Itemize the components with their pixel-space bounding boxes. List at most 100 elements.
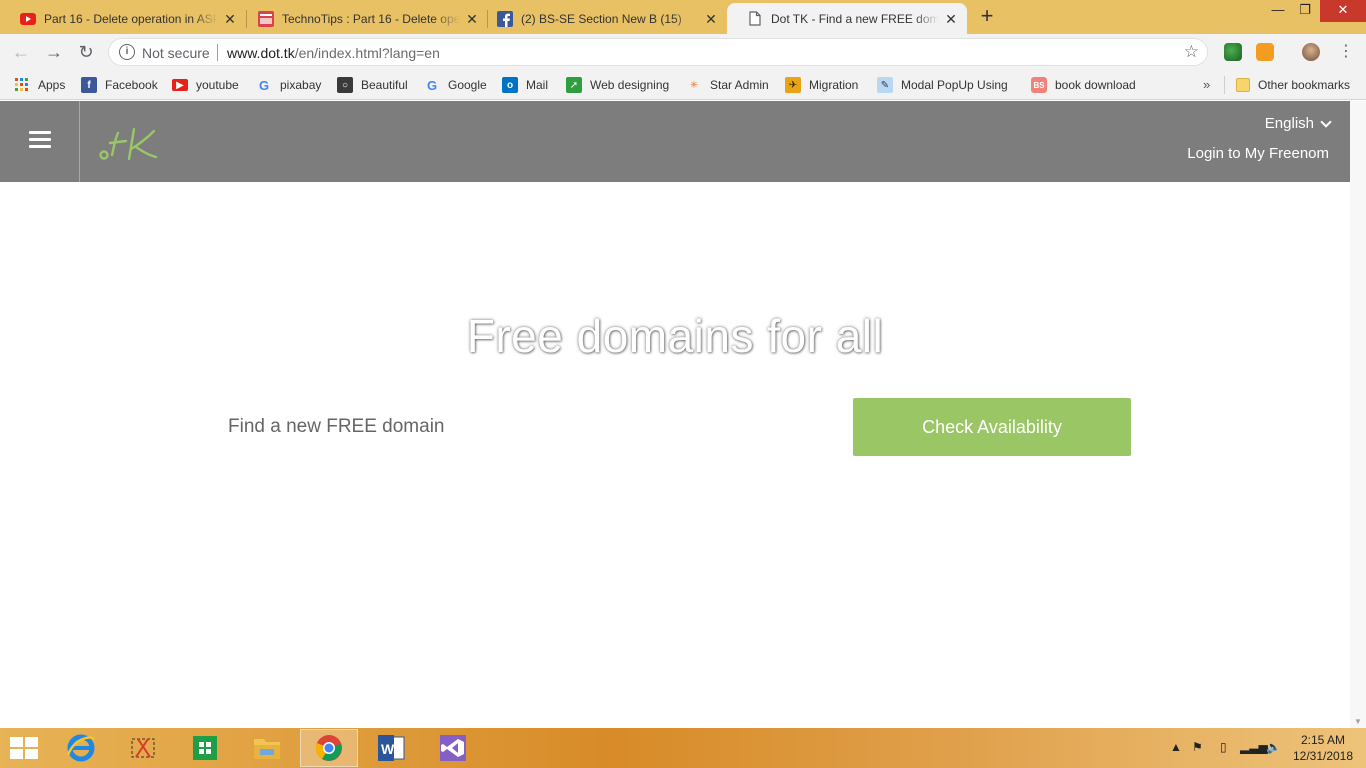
- facebook-icon: [497, 10, 513, 27]
- store-icon[interactable]: [176, 729, 234, 767]
- bs-icon: BS: [1031, 77, 1047, 93]
- bookmark-youtube[interactable]: ▶ youtube: [172, 76, 239, 94]
- profile-avatar[interactable]: [1302, 43, 1320, 61]
- facebook-icon: f: [81, 77, 97, 93]
- snipping-tool-icon[interactable]: [114, 729, 172, 767]
- bookmark-label: Apps: [38, 78, 66, 92]
- volume-icon[interactable]: 🔈: [1266, 740, 1281, 754]
- chrome-icon[interactable]: [300, 729, 358, 767]
- apps-grid-icon: [14, 77, 30, 93]
- close-window-button[interactable]: ✕: [1320, 0, 1366, 22]
- arrow-right-icon: →: [45, 42, 63, 62]
- language-selector[interactable]: English: [1265, 115, 1332, 132]
- bookmark-migration[interactable]: ✈ Migration: [785, 76, 858, 94]
- page-viewport: English Login to My Freenom Free domains…: [0, 101, 1350, 728]
- header-divider: [79, 101, 80, 182]
- clock-date: 12/31/2018: [1292, 749, 1354, 763]
- domain-search-input[interactable]: [218, 398, 838, 456]
- google-icon: G: [258, 77, 270, 93]
- menu-dots-icon[interactable]: ⋮: [1338, 42, 1354, 62]
- extension-shopping-icon[interactable]: [1256, 43, 1274, 61]
- network-signal-icon[interactable]: ▂▃▅: [1240, 740, 1268, 754]
- bookmark-icon: ○: [337, 77, 353, 93]
- dot-tk-logo[interactable]: [96, 125, 176, 165]
- minimize-icon: —: [1271, 2, 1285, 17]
- tab-dot-tk[interactable]: Dot TK - Find a new FREE domain ✕: [727, 3, 967, 34]
- restore-button[interactable]: ❐: [1290, 0, 1320, 22]
- tab-technotips[interactable]: TechnoTips : Part 16 - Delete ope ✕: [238, 3, 488, 34]
- bookmark-apps[interactable]: Apps: [14, 76, 65, 94]
- address-bar[interactable]: i Not secure www.dot.tk/en/index.html?la…: [108, 38, 1208, 66]
- file-explorer-icon[interactable]: [238, 729, 296, 767]
- bookmark-web-designing[interactable]: ➚ Web designing: [566, 76, 669, 94]
- close-tab-icon[interactable]: ✕: [703, 11, 719, 27]
- bookmark-pixabay[interactable]: G pixabay: [256, 76, 321, 94]
- svg-text:W: W: [381, 741, 395, 757]
- bookmark-label: Modal PopUp Using: [901, 78, 1008, 92]
- internet-explorer-icon[interactable]: [52, 729, 110, 767]
- system-clock[interactable]: 2:15 AM 12/31/2018: [1290, 732, 1356, 764]
- browser-tab-strip: Part 16 - Delete operation in ASP ✕ Tech…: [0, 0, 1366, 34]
- tab-facebook-group[interactable]: (2) BS-SE Section New B (15) ✕: [477, 3, 727, 34]
- page-scrollbar[interactable]: ▼: [1350, 101, 1366, 728]
- outlook-icon: o: [502, 77, 518, 93]
- start-button[interactable]: [10, 737, 38, 759]
- arrow-left-icon: ←: [12, 42, 30, 62]
- extension-globe-icon[interactable]: [1224, 43, 1242, 61]
- web-icon: ➚: [566, 77, 582, 93]
- chevron-down-icon: [1320, 115, 1332, 128]
- url-text[interactable]: www.dot.tk/en/index.html?lang=en: [227, 45, 440, 61]
- restore-icon: ❐: [1299, 2, 1311, 17]
- word-icon[interactable]: W: [362, 729, 420, 767]
- tab-title: TechnoTips : Part 16 - Delete ope: [282, 11, 460, 26]
- hero-title: Free domains for all: [466, 310, 884, 362]
- bookmark-label: Star Admin: [710, 78, 769, 92]
- bookmark-label: Beautiful: [361, 78, 408, 92]
- back-button[interactable]: ←: [9, 40, 33, 64]
- bookmark-beautiful[interactable]: ○ Beautiful: [337, 76, 408, 94]
- security-label[interactable]: Not secure: [142, 45, 210, 61]
- bookmarks-divider: [1224, 76, 1225, 94]
- windows-taskbar: W ▲ ⚑ ▯ ▂▃▅ 🔈 2:15 AM 12/31/2018: [0, 728, 1366, 768]
- reload-button[interactable]: ↻: [74, 40, 98, 64]
- reload-icon: ↻: [78, 42, 94, 62]
- bookmark-star-icon[interactable]: ☆: [1184, 42, 1199, 62]
- bookmark-label: youtube: [196, 78, 239, 92]
- bookmark-label: Migration: [809, 78, 859, 92]
- bookmark-book-download[interactable]: BS book download: [1031, 76, 1136, 94]
- bookmark-label: book download: [1055, 78, 1136, 92]
- scroll-down-icon[interactable]: ▼: [1354, 717, 1362, 726]
- youtube-icon: [20, 11, 36, 27]
- site-header: English Login to My Freenom: [0, 101, 1350, 182]
- info-icon[interactable]: i: [119, 44, 135, 60]
- close-tab-icon[interactable]: ✕: [943, 11, 959, 27]
- bookmark-modal-popup[interactable]: ✎ Modal PopUp Using: [877, 76, 1017, 94]
- check-availability-button[interactable]: Check Availability: [853, 398, 1131, 456]
- close-tab-icon[interactable]: ✕: [222, 11, 238, 27]
- show-hidden-icons-button[interactable]: ▲: [1170, 740, 1182, 754]
- bookmark-star-admin[interactable]: ✳ Star Admin: [686, 76, 769, 94]
- technotips-icon: [258, 10, 274, 27]
- login-link[interactable]: Login to My Freenom: [1187, 145, 1329, 162]
- bookmark-label: Facebook: [105, 78, 158, 92]
- hamburger-menu-icon[interactable]: [29, 131, 51, 149]
- youtube-icon: ▶: [172, 79, 188, 91]
- migration-icon: ✈: [785, 77, 801, 93]
- battery-icon[interactable]: ▯: [1220, 740, 1227, 754]
- bookmark-google[interactable]: G Google: [424, 76, 487, 94]
- minimize-button[interactable]: —: [1263, 0, 1293, 22]
- other-bookmarks[interactable]: Other bookmarks: [1236, 76, 1350, 94]
- modal-icon: ✎: [877, 77, 893, 93]
- forward-button[interactable]: →: [42, 40, 66, 64]
- bookmark-facebook[interactable]: f Facebook: [81, 76, 158, 94]
- bookmark-mail[interactable]: o Mail: [502, 76, 548, 94]
- bookmarks-overflow-button[interactable]: »: [1203, 77, 1210, 92]
- bookmarks-bar: Apps f Facebook ▶ youtube G pixabay ○ Be…: [0, 70, 1366, 100]
- bookmark-label: Web designing: [590, 78, 670, 92]
- google-icon: G: [426, 77, 438, 93]
- visual-studio-icon[interactable]: [424, 729, 482, 767]
- new-tab-button[interactable]: +: [975, 5, 999, 29]
- tab-part16[interactable]: Part 16 - Delete operation in ASP ✕: [0, 3, 246, 34]
- bookmark-label: Google: [448, 78, 487, 92]
- action-center-flag-icon[interactable]: ⚑: [1192, 740, 1203, 754]
